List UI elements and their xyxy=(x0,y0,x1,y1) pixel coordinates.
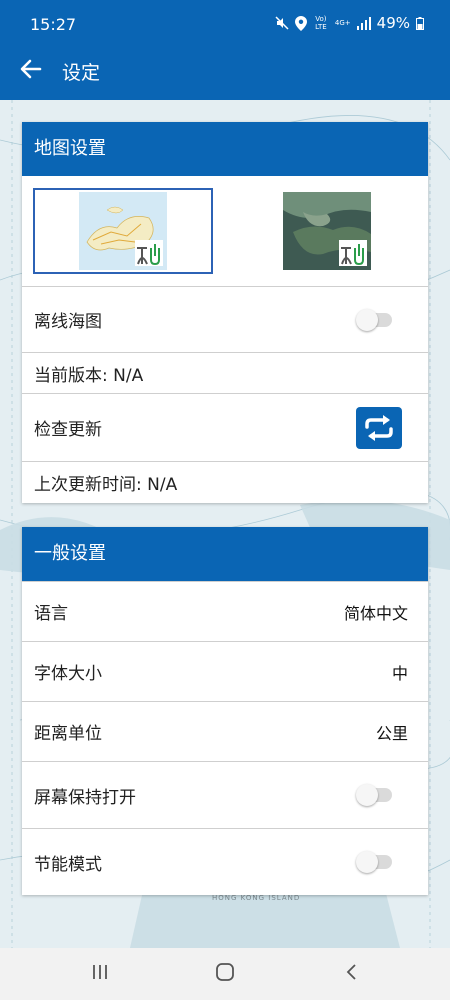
language-label: 语言 xyxy=(34,604,68,624)
distance-unit-row[interactable]: 距离单位 公里 xyxy=(22,701,428,761)
home-icon[interactable] xyxy=(215,962,235,982)
check-update-button[interactable] xyxy=(356,406,402,449)
language-value: 简体中文 xyxy=(343,603,408,623)
offline-chart-toggle[interactable] xyxy=(356,308,392,331)
location-icon xyxy=(294,15,307,31)
general-settings-card: 一般设置 语言 简体中文 字体大小 中 距离单位 公里 屏幕保持打开 节能模式 xyxy=(22,527,428,895)
top-bar: 15:27 Vo) LTE 4G+ 49% 设定 xyxy=(0,0,450,100)
nautical-chart-thumbnail xyxy=(79,192,167,270)
status-bar: 15:27 Vo) LTE 4G+ 49% xyxy=(0,0,450,48)
map-option-nautical[interactable] xyxy=(33,188,213,274)
status-icons: Vo) LTE 4G+ 49% xyxy=(275,14,424,32)
last-update-row: 上次更新时间: N/A xyxy=(22,461,428,503)
mute-icon xyxy=(275,16,289,30)
map-place-label: HONG KONG ISLAND xyxy=(212,894,300,902)
satellite-thumbnail xyxy=(283,192,371,270)
last-update-label: 上次更新时间: N/A xyxy=(34,475,178,495)
recent-apps-icon[interactable] xyxy=(90,962,110,982)
keep-screen-on-toggle[interactable] xyxy=(356,784,392,806)
check-update-label: 检查更新 xyxy=(34,420,102,440)
back-nav-icon[interactable] xyxy=(342,962,362,982)
font-size-value: 中 xyxy=(391,663,408,683)
volte-indicator: Vo) LTE xyxy=(315,15,327,31)
battery-icon xyxy=(416,16,424,30)
battery-percent: 49% xyxy=(376,14,410,32)
system-nav-bar xyxy=(0,948,450,1000)
keep-screen-on-label: 屏幕保持打开 xyxy=(34,787,136,808)
power-saving-toggle[interactable] xyxy=(356,851,392,873)
font-size-label: 字体大小 xyxy=(34,664,102,684)
map-type-selector xyxy=(22,176,428,286)
current-version-label: 当前版本: N/A xyxy=(34,365,144,386)
keep-screen-on-row[interactable]: 屏幕保持打开 xyxy=(22,761,428,828)
distance-unit-label: 距离单位 xyxy=(34,724,102,744)
power-saving-row[interactable]: 节能模式 xyxy=(22,828,428,895)
offline-chart-row[interactable]: 离线海图 xyxy=(22,286,428,352)
distance-unit-value: 公里 xyxy=(375,723,408,743)
power-saving-label: 节能模式 xyxy=(34,854,102,875)
map-settings-header: 地图设置 xyxy=(22,122,428,176)
status-time: 15:27 xyxy=(30,15,77,34)
map-option-satellite[interactable] xyxy=(237,188,417,274)
offline-chart-label: 离线海图 xyxy=(34,312,102,332)
signal-icon xyxy=(356,16,371,30)
refresh-icon xyxy=(365,414,393,441)
arrow-left-icon[interactable] xyxy=(18,56,44,82)
map-settings-card: 地图设置 离线海图 当前版本: N/A 检查更新 上次更新时间: N/A xyxy=(22,122,428,503)
page-title: 设定 xyxy=(62,62,101,84)
current-version-row: 当前版本: N/A xyxy=(22,352,428,393)
font-size-row[interactable]: 字体大小 中 xyxy=(22,641,428,701)
language-row[interactable]: 语言 简体中文 xyxy=(22,581,428,641)
general-settings-header: 一般设置 xyxy=(22,527,428,581)
check-update-row: 检查更新 xyxy=(22,393,428,461)
network-indicator: 4G+ xyxy=(334,19,351,27)
